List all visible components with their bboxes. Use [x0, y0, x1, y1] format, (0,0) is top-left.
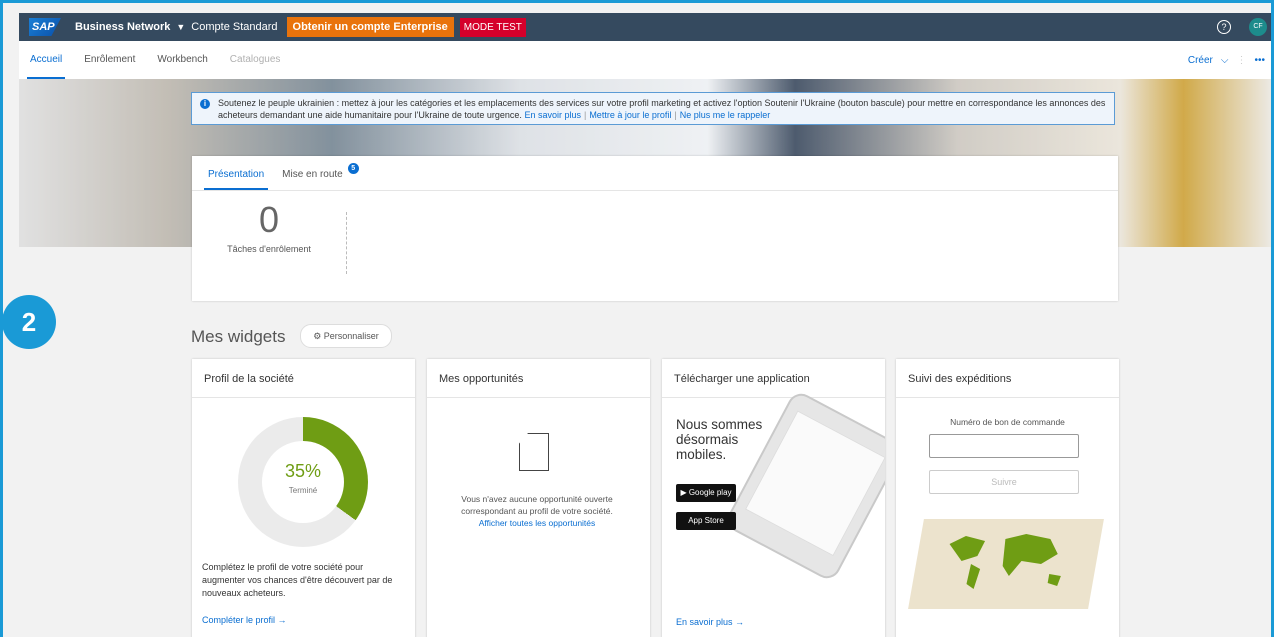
- tab-presentation[interactable]: Présentation: [204, 169, 269, 190]
- separator-icon: ⋮: [1236, 54, 1247, 66]
- enterprise-account-button[interactable]: Obtenir un compte Enterprise: [286, 17, 454, 37]
- tab-workbench[interactable]: Workbench: [146, 41, 218, 79]
- po-number-field[interactable]: [929, 434, 1079, 458]
- track-button[interactable]: Suivre: [929, 470, 1079, 494]
- play-icon: ▶: [680, 488, 689, 497]
- dismiss-link[interactable]: Ne plus me le rappeler: [680, 110, 771, 120]
- view-opportunities-link[interactable]: Afficher toutes les opportunités: [479, 518, 596, 528]
- shell-bar: SAP Business Network ▼ Compte Standard O…: [19, 13, 1271, 41]
- info-icon: i: [200, 99, 210, 109]
- opportunities-text: Vous n'avez aucune opportunité ouverte c…: [457, 493, 617, 529]
- notification-badge: 5: [347, 163, 359, 174]
- po-number-label: Numéro de bon de commande: [950, 417, 1065, 427]
- screenshot-frame: SAP Business Network ▼ Compte Standard O…: [0, 0, 1274, 637]
- tab-getting-started-label: Mise en route: [282, 169, 343, 180]
- main-nav: Accueil Enrôlement Workbench Catalogues …: [19, 41, 1271, 79]
- kpi-value: 0: [258, 199, 280, 240]
- google-play-button[interactable]: ▶ Google play: [676, 484, 736, 502]
- widget-title: Télécharger une application: [662, 359, 885, 398]
- ukraine-banner: i Soutenez le peuple ukrainien : mettez …: [191, 92, 1115, 125]
- app-store-button[interactable]: App Store: [676, 512, 736, 530]
- tab-catalogues[interactable]: Catalogues: [219, 41, 292, 79]
- profile-progress-donut: [238, 417, 368, 547]
- help-icon[interactable]: ?: [1217, 20, 1231, 34]
- tab-accueil[interactable]: Accueil: [19, 41, 73, 79]
- widget-download-app: Télécharger une application Nous sommes …: [662, 359, 885, 637]
- world-map-icon: [908, 519, 1104, 609]
- profile-text: Complétez le profil de votre société pou…: [202, 562, 393, 598]
- update-profile-link[interactable]: Mettre à jour le profil: [589, 110, 671, 120]
- widget-opportunities: Mes opportunités Vous n'avez aucune oppo…: [427, 359, 650, 637]
- opportunities-message: Vous n'avez aucune opportunité ouverte c…: [461, 494, 613, 516]
- sliders-icon: ⚙: [313, 331, 324, 341]
- widget-title: Suivi des expéditions: [896, 359, 1119, 398]
- tab-getting-started[interactable]: Mise en route 5: [278, 163, 359, 190]
- sap-logo[interactable]: SAP: [29, 18, 61, 36]
- mobile-tagline: Nous sommes désormais mobiles.: [676, 417, 763, 462]
- more-icon[interactable]: •••: [1254, 55, 1265, 66]
- overview-card: Présentation Mise en route 5 0 Tâches d'e…: [192, 156, 1118, 301]
- complete-profile-link[interactable]: Compléter le profil →: [202, 615, 287, 625]
- app-window: SAP Business Network ▼ Compte Standard O…: [19, 13, 1271, 637]
- document-icon: [519, 433, 549, 471]
- map-graphic: [949, 534, 1061, 589]
- widgets-title: Mes widgets: [191, 327, 286, 346]
- avatar[interactable]: CF: [1249, 18, 1267, 36]
- google-play-label: Google play: [688, 488, 732, 497]
- tab-enrolement[interactable]: Enrôlement: [73, 41, 146, 79]
- kpi-label: Tâches d'enrôlement: [227, 244, 311, 254]
- widget-shipment-tracking: Suivi des expéditions Numéro de bon de c…: [896, 359, 1119, 637]
- app-store-label: App Store: [688, 516, 724, 525]
- chevron-down-icon[interactable]: ⌵: [1221, 55, 1229, 66]
- step-marker: 2: [2, 295, 56, 349]
- widget-title: Profil de la société: [192, 359, 415, 398]
- account-type: Compte Standard: [191, 21, 278, 33]
- divider: [346, 212, 347, 274]
- network-title[interactable]: Business Network: [75, 21, 170, 33]
- enrolment-kpi[interactable]: 0 Tâches d'enrôlement: [207, 199, 331, 255]
- chevron-down-icon[interactable]: ▼: [176, 22, 185, 32]
- progress-status: Terminé: [288, 486, 318, 495]
- test-mode-badge: MODE TEST: [459, 17, 526, 37]
- app-learn-more-link[interactable]: En savoir plus →: [676, 617, 744, 627]
- customize-label: Personnaliser: [323, 331, 379, 341]
- customize-button[interactable]: ⚙ Personnaliser: [300, 324, 392, 348]
- widget-company-profile: Profil de la société 35% Terminé Complét…: [192, 359, 415, 637]
- learn-more-link[interactable]: En savoir plus: [524, 110, 581, 120]
- progress-percent: 35%: [284, 461, 322, 481]
- widget-title: Mes opportunités: [427, 359, 650, 398]
- create-menu[interactable]: Créer: [1188, 55, 1213, 66]
